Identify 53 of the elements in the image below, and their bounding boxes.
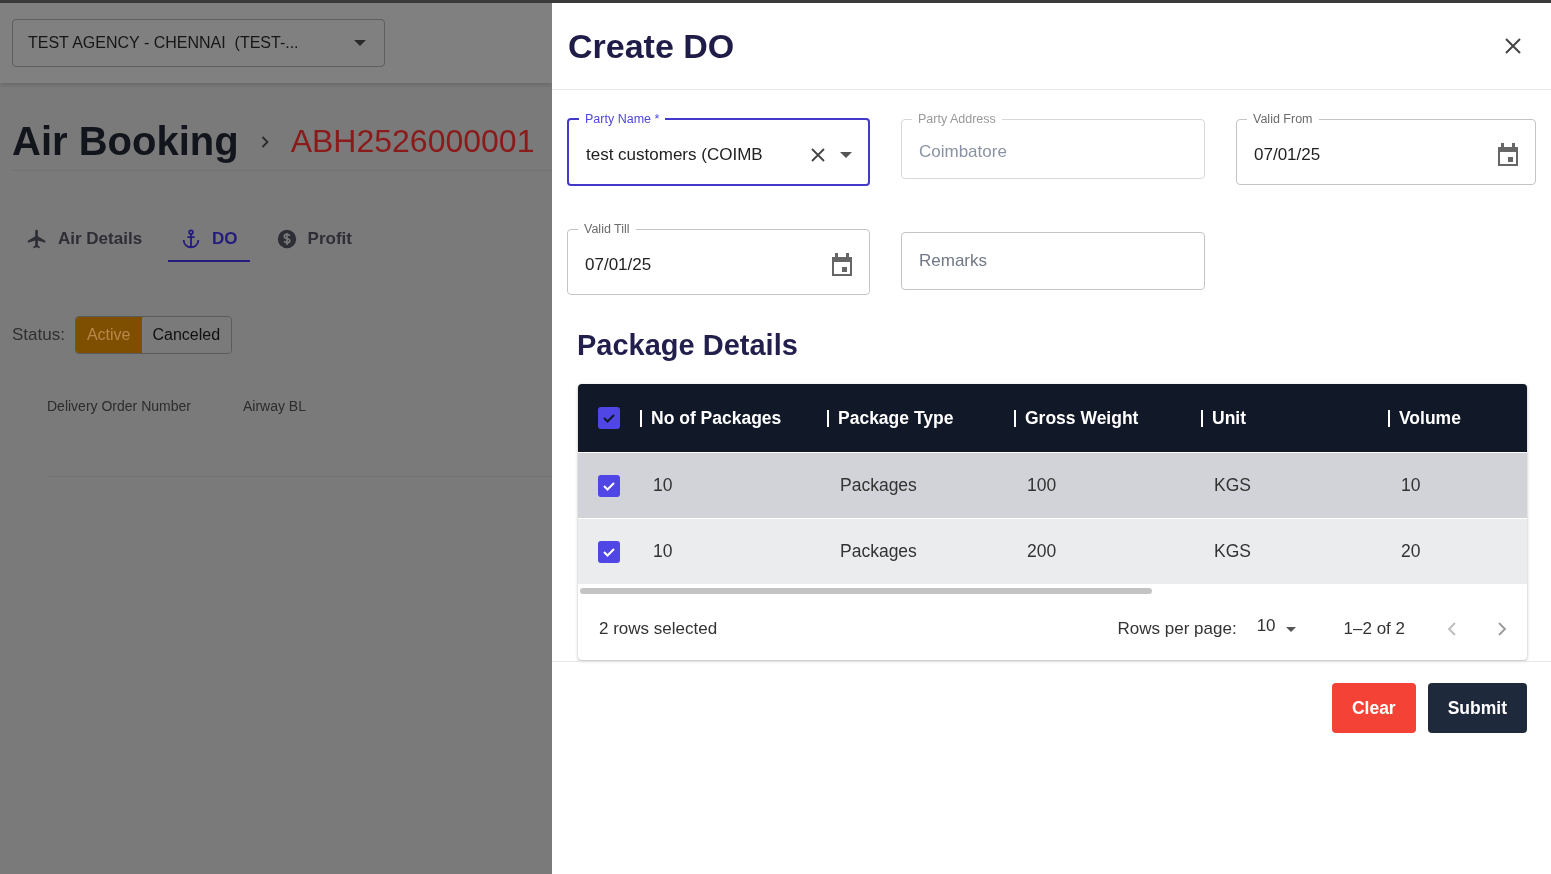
page-range: 1–2 of 2 (1343, 619, 1405, 639)
tab[interactable]: Air Details (14, 222, 155, 262)
table-cell: 10 (1401, 475, 1421, 495)
table-cell: 10 (653, 541, 673, 561)
dollar-icon (275, 228, 298, 250)
column-header: Unit (1212, 407, 1247, 429)
next-page-icon[interactable] (1497, 621, 1507, 637)
calendar-icon[interactable] (831, 253, 853, 277)
table-cell: KGS (1214, 541, 1251, 561)
rows-per-page-label: Rows per page: (1117, 619, 1237, 639)
row-checkbox[interactable] (598, 540, 620, 563)
airplane-icon (26, 228, 48, 250)
caret-icon[interactable] (840, 152, 852, 158)
caret-icon (354, 40, 366, 46)
column-header: Volume (1399, 407, 1461, 429)
table-cell: KGS (1214, 475, 1251, 495)
select-all-checkbox[interactable] (598, 407, 620, 429)
submit-button[interactable]: Submit (1427, 683, 1527, 733)
row-checkbox[interactable] (598, 474, 620, 497)
input-field[interactable]: Remarks (901, 232, 1205, 290)
close-icon[interactable] (1503, 36, 1523, 56)
tab[interactable]: DO (168, 222, 250, 262)
section-title: Package Details (577, 329, 799, 362)
booking-number: ABH2526000001 (290, 123, 535, 160)
date-field[interactable]: Valid Till 07/01/25 (567, 222, 870, 295)
column-header: Package Type (838, 407, 954, 429)
table-cell: Packages (840, 541, 917, 561)
table-cell: 20 (1401, 541, 1421, 561)
selection-count: 2 rows selected (599, 619, 719, 639)
table-cell: 10 (653, 475, 673, 495)
chevron-right-icon (260, 135, 269, 148)
date-field[interactable]: Valid From 07/01/25 (1236, 112, 1536, 185)
table-cell: Packages (840, 475, 917, 495)
rows-per-page-select[interactable]: 10 (1256, 619, 1296, 639)
table-cell: 200 (1027, 541, 1057, 561)
calendar-icon[interactable] (1497, 143, 1519, 167)
column-header: Delivery Order Number (47, 398, 191, 414)
table-cell: 100 (1027, 475, 1057, 495)
clear-button[interactable]: Clear (1331, 683, 1416, 733)
table-row[interactable]: 10 Packages 100 KGS 10 (578, 452, 1527, 518)
select-field[interactable]: Party Name * test customers (COIMB (567, 112, 870, 186)
status-label: Status: (12, 325, 65, 345)
column-header: Gross Weight (1025, 407, 1139, 429)
page-title: Air Booking (12, 119, 239, 164)
table-row[interactable]: 10 Packages 200 KGS 20 (578, 518, 1527, 584)
drawer-title: Create DO (568, 26, 735, 66)
caret-icon (1285, 626, 1296, 632)
scrollbar-thumb[interactable] (580, 588, 1152, 594)
agency-select[interactable]: TEST AGENCY - CHENNAI (TEST-... (12, 19, 385, 67)
column-header: No of Packages (651, 407, 782, 429)
column-header: Airway BL (242, 398, 306, 414)
tab[interactable]: Profit (263, 222, 364, 262)
clear-icon[interactable] (810, 147, 826, 163)
